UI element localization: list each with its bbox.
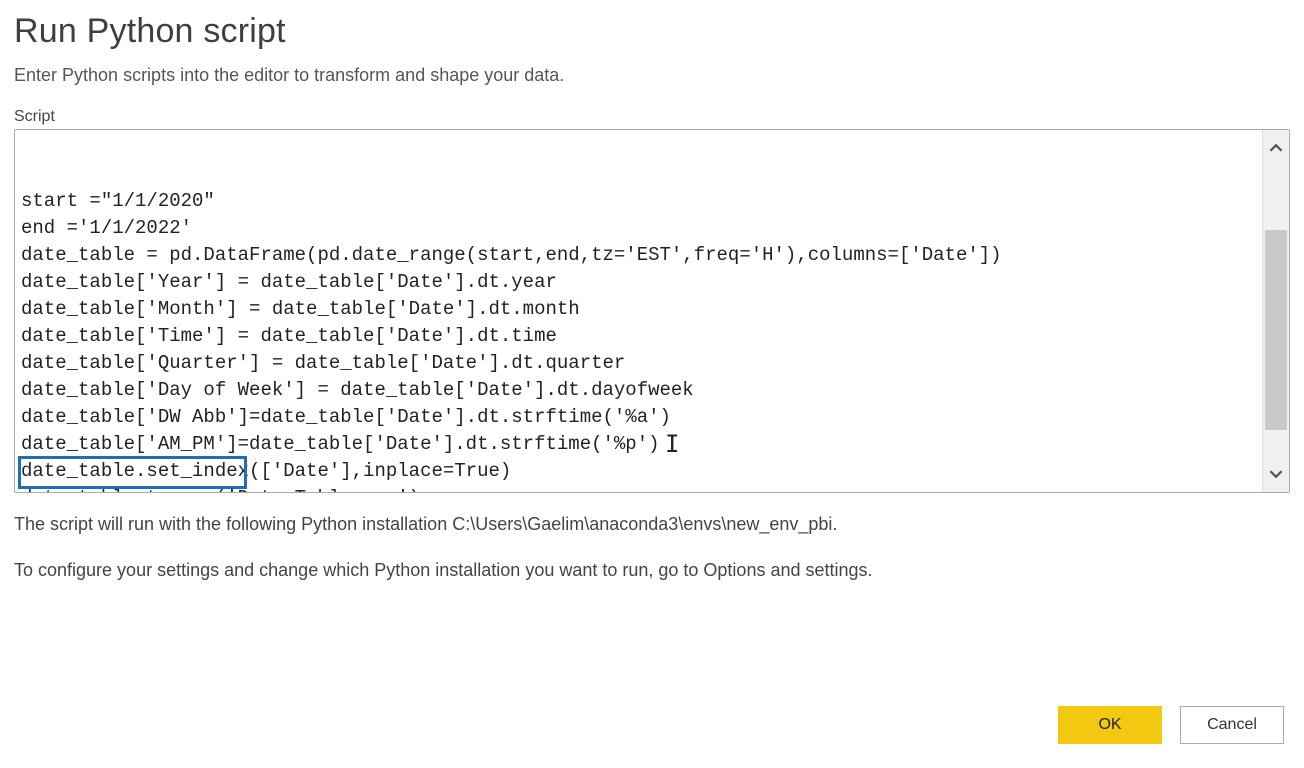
ok-button[interactable]: OK: [1058, 706, 1162, 744]
scroll-down-button[interactable]: [1263, 456, 1289, 492]
python-install-path-text: The script will run with the following P…: [14, 511, 1290, 539]
script-text: start ="1/1/2020" end ='1/1/2022' date_t…: [21, 188, 1256, 492]
dialog-subtitle: Enter Python scripts into the editor to …: [14, 65, 1290, 86]
script-editor[interactable]: start ="1/1/2020" end ='1/1/2022' date_t…: [15, 130, 1262, 492]
scroll-thumb[interactable]: [1265, 230, 1287, 430]
configure-hint-text: To configure your settings and change wh…: [14, 557, 1290, 585]
dialog-title: Run Python script: [14, 12, 1290, 51]
script-editor-container: start ="1/1/2020" end ='1/1/2022' date_t…: [14, 129, 1290, 493]
scroll-up-button[interactable]: [1263, 130, 1289, 166]
cancel-button[interactable]: Cancel: [1180, 706, 1284, 744]
script-label: Script: [14, 108, 1290, 126]
chevron-up-icon: [1269, 141, 1283, 155]
run-python-script-dialog: Run Python script Enter Python scripts i…: [0, 0, 1304, 768]
chevron-down-icon: [1269, 467, 1283, 481]
dialog-button-row: OK Cancel: [14, 686, 1290, 768]
scrollbar[interactable]: [1262, 130, 1289, 492]
